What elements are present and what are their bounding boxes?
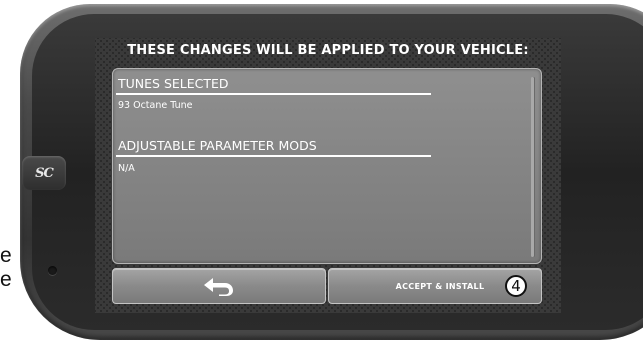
adjustable-parameter-mods-value: N/A xyxy=(118,163,135,174)
back-button[interactable] xyxy=(112,268,326,304)
tunes-selected-header: TUNES SELECTED xyxy=(118,76,229,91)
page-edge-text-2: e xyxy=(0,268,12,291)
page-edge-text-1: e xyxy=(0,244,12,267)
screen-title: THESE CHANGES WILL BE APPLIED TO YOUR VE… xyxy=(127,43,529,58)
accept-and-install-button[interactable]: ACCEPT & INSTALL 4 xyxy=(328,268,542,304)
brand-logo-text: SC xyxy=(35,165,54,181)
accept-and-install-label: ACCEPT & INSTALL xyxy=(395,281,485,291)
action-button-row: ACCEPT & INSTALL 4 xyxy=(112,268,542,304)
section-divider xyxy=(116,155,431,157)
brand-logo: SC xyxy=(22,156,66,190)
adjustable-parameter-mods-header: ADJUSTABLE PARAMETER MODS xyxy=(118,138,317,153)
light-sensor xyxy=(48,266,57,275)
page: e e SC THESE CHANGES WILL BE APPLIED TO … xyxy=(0,0,643,345)
step-number-callout: 4 xyxy=(505,275,527,297)
panel-scrollbar[interactable] xyxy=(531,77,534,257)
device-screen: THESE CHANGES WILL BE APPLIED TO YOUR VE… xyxy=(95,38,561,313)
section-divider xyxy=(116,93,431,95)
back-arrow-icon xyxy=(204,278,233,296)
changes-summary-panel: TUNES SELECTED 93 Octane Tune ADJUSTABLE… xyxy=(112,68,542,264)
tunes-selected-value: 93 Octane Tune xyxy=(118,100,193,111)
